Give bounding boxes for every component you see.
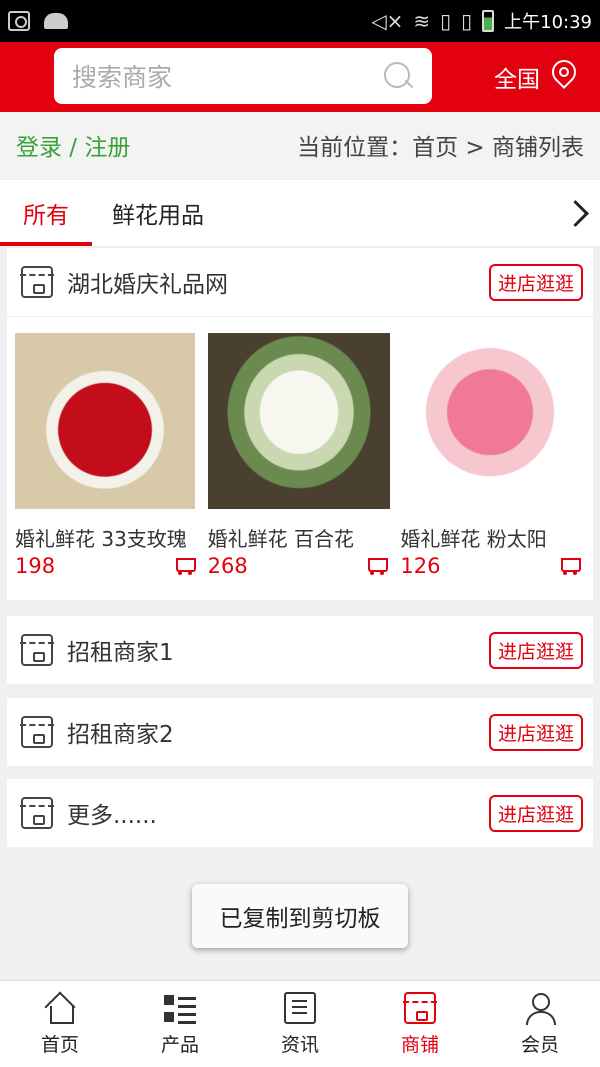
status-bar: ◁× ≋ ▯ ▯ 上午10:39 (0, 0, 600, 42)
shop-header[interactable]: 招租商家1 进店逛逛 (7, 616, 593, 684)
product-item[interactable]: 婚礼鲜花 粉太阳 126 (400, 333, 593, 600)
sim1-icon: ▯ (440, 9, 452, 33)
nav-label: 会员 (520, 1033, 559, 1056)
product-list: 婚礼鲜花 33支玫瑰 198 婚礼鲜花 百合花 268 婚礼鲜花 粉太阳 126 (7, 316, 593, 600)
store-icon (20, 797, 54, 829)
product-name: 婚礼鲜花 粉太阳 (400, 527, 547, 551)
shop-card: 招租商家1 进店逛逛 (7, 616, 593, 684)
info-bar: 登录 / 注册 当前位置：首页 > 商铺列表 (0, 112, 600, 178)
home-icon (44, 992, 76, 1024)
product-price: 268 (207, 554, 248, 578)
shop-name: 招租商家1 (67, 640, 174, 666)
product-name: 婚礼鲜花 33支玫瑰 (15, 527, 187, 551)
shop-name: 更多...... (67, 803, 157, 829)
enter-shop-button[interactable]: 进店逛逛 (488, 794, 583, 832)
app-header: 搜索商家 全国 (0, 42, 600, 112)
product-price: 126 (400, 554, 441, 578)
nav-label: 商铺 (400, 1033, 439, 1056)
nav-label: 资讯 (280, 1033, 319, 1056)
enter-shop-button[interactable]: 进店逛逛 (488, 713, 583, 751)
product-item[interactable]: 婚礼鲜花 33支玫瑰 198 (15, 333, 208, 600)
location-pin-icon (548, 60, 578, 94)
store-icon (20, 266, 54, 298)
store-icon (20, 716, 54, 748)
enter-shop-button[interactable]: 进店逛逛 (488, 631, 583, 669)
category-tabs: 所有 鲜花用品 (0, 180, 600, 246)
region-label: 全国 (494, 67, 540, 93)
cart-icon[interactable] (557, 555, 582, 577)
camera-icon (8, 11, 30, 31)
product-item[interactable]: 婚礼鲜花 百合花 268 (207, 333, 401, 600)
clock: 上午10:39 (504, 12, 592, 33)
shop-header[interactable]: 湖北婚庆礼品网 进店逛逛 (7, 248, 593, 316)
login-register-link[interactable]: 登录 / 注册 (16, 128, 130, 162)
shop-card: 更多...... 进店逛逛 (7, 779, 593, 847)
search-input[interactable]: 搜索商家 (54, 48, 432, 104)
search-icon[interactable] (382, 60, 414, 92)
search-placeholder: 搜索商家 (72, 63, 173, 92)
news-icon (284, 991, 316, 1024)
tab-flower-supplies[interactable]: 鲜花用品 (112, 180, 204, 246)
product-price: 198 (15, 554, 56, 578)
region-selector[interactable]: 全国 (494, 60, 578, 94)
shop-card: 湖北婚庆礼品网 进店逛逛 婚礼鲜花 33支玫瑰 198 婚礼鲜花 百合花 268… (7, 248, 593, 600)
store-icon (403, 991, 437, 1024)
nav-member[interactable]: 会员 (480, 981, 600, 1067)
nav-news[interactable]: 资讯 (240, 981, 360, 1067)
battery-icon (482, 10, 495, 32)
shop-name: 湖北婚庆礼品网 (67, 272, 228, 298)
toast-message: 已复制到剪切板 (192, 884, 408, 948)
user-icon (524, 992, 556, 1025)
nav-label: 产品 (160, 1033, 199, 1056)
product-image-roses[interactable] (15, 333, 195, 509)
product-image-gerberas[interactable] (400, 333, 581, 509)
enter-shop-button[interactable]: 进店逛逛 (488, 263, 583, 301)
product-image-lilies[interactable] (207, 333, 390, 509)
shop-name: 招租商家2 (67, 722, 174, 748)
chevron-right-icon[interactable] (552, 180, 600, 246)
shop-header[interactable]: 更多...... 进店逛逛 (7, 779, 593, 847)
cart-icon[interactable] (172, 555, 196, 577)
shop-card: 招租商家2 进店逛逛 (7, 698, 593, 766)
mute-icon: ◁× (371, 9, 404, 33)
sim2-icon: ▯ (461, 9, 473, 33)
nav-label: 首页 (40, 1033, 79, 1056)
grid-list-icon (164, 991, 196, 1024)
tab-all[interactable]: 所有 (0, 180, 92, 246)
bottom-nav: 首页 产品 资讯 商铺 会员 (0, 980, 600, 1067)
nav-home[interactable]: 首页 (0, 981, 120, 1067)
breadcrumb: 当前位置：首页 > 商铺列表 (297, 135, 584, 161)
nav-shops[interactable]: 商铺 (360, 981, 480, 1067)
store-icon (20, 634, 54, 666)
cart-icon[interactable] (364, 555, 389, 577)
android-icon (44, 13, 68, 29)
shop-header[interactable]: 招租商家2 进店逛逛 (7, 698, 593, 766)
nav-products[interactable]: 产品 (120, 981, 240, 1067)
wifi-icon: ≋ (413, 9, 431, 33)
product-name: 婚礼鲜花 百合花 (207, 527, 355, 551)
